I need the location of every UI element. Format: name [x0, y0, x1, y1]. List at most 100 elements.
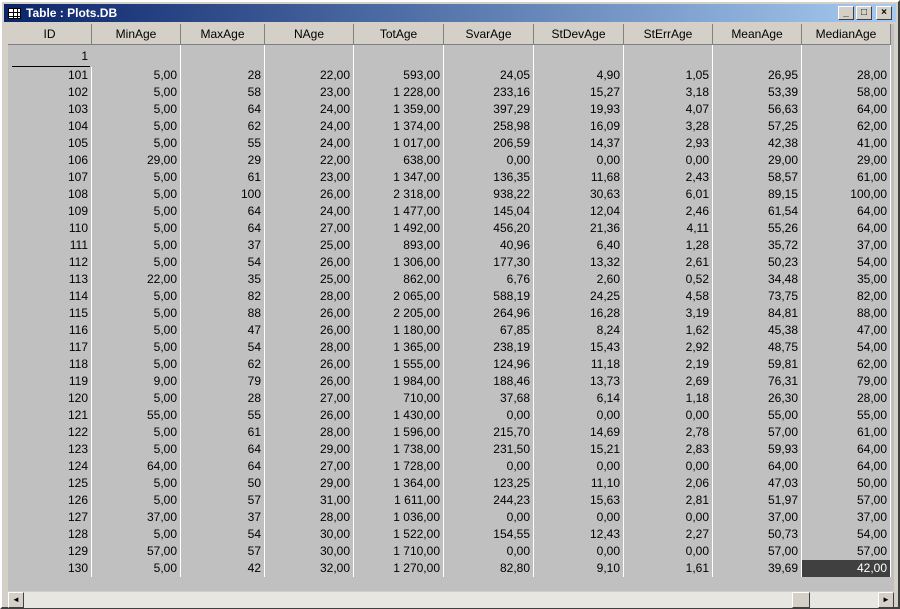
cell-minage[interactable]: 5,00 — [92, 424, 181, 441]
cell-svarage[interactable]: 231,50 — [444, 441, 534, 458]
table-row[interactable]: 118 5,00 62 26,00 1 555,00 124,96 11,18 2,19 59,… — [8, 356, 891, 373]
cell-stdevage[interactable]: 2,60 — [534, 271, 624, 288]
cell-minage[interactable]: 9,00 — [92, 373, 181, 390]
cell-minage[interactable]: 5,00 — [92, 169, 181, 186]
cell-meanage[interactable]: 64,00 — [713, 458, 802, 475]
cell-svarage[interactable]: 397,29 — [444, 101, 534, 118]
cell-svarage[interactable]: 456,20 — [444, 220, 534, 237]
cell-stdevage[interactable]: 16,09 — [534, 118, 624, 135]
cell-maxage[interactable]: 82 — [181, 288, 265, 305]
table-row[interactable]: 116 5,00 47 26,00 1 180,00 67,85 8,24 1,62 45,38… — [8, 322, 891, 339]
cell-svarage[interactable]: 177,30 — [444, 254, 534, 271]
cell-id[interactable]: 130 — [8, 560, 92, 577]
cell-id[interactable]: 118 — [8, 356, 92, 373]
cell-id[interactable]: 106 — [8, 152, 92, 169]
cell-minage[interactable]: 5,00 — [92, 305, 181, 322]
cell-medianage[interactable]: 64,00 — [802, 458, 891, 475]
cell-svarage[interactable]: 67,85 — [444, 322, 534, 339]
cell-maxage[interactable]: 37 — [181, 237, 265, 254]
cell-meanage[interactable]: 39,69 — [713, 560, 802, 577]
cell-meanage[interactable]: 48,75 — [713, 339, 802, 356]
cell-totage[interactable]: 1 306,00 — [354, 254, 444, 271]
cell-id[interactable]: 127 — [8, 509, 92, 526]
cell-minage[interactable]: 5,00 — [92, 356, 181, 373]
cell-nage[interactable]: 24,00 — [265, 203, 354, 220]
cell-totage[interactable]: 1 359,00 — [354, 101, 444, 118]
cell-svarage[interactable]: 24,05 — [444, 67, 534, 84]
cell-id[interactable]: 109 — [8, 203, 92, 220]
scroll-thumb[interactable] — [792, 592, 810, 608]
cell-totage[interactable]: 1 710,00 — [354, 543, 444, 560]
cell-medianage[interactable]: 29,00 — [802, 152, 891, 169]
cell-medianage[interactable]: 37,00 — [802, 509, 891, 526]
cell-medianage[interactable]: 50,00 — [802, 475, 891, 492]
cell-svarage[interactable]: 188,46 — [444, 373, 534, 390]
cell-nage[interactable]: 25,00 — [265, 271, 354, 288]
cell-meanage[interactable]: 53,39 — [713, 84, 802, 101]
cell-meanage[interactable]: 50,23 — [713, 254, 802, 271]
cell-minage[interactable]: 55,00 — [92, 407, 181, 424]
cell-totage[interactable]: 1 596,00 — [354, 424, 444, 441]
cell-minage[interactable]: 5,00 — [92, 339, 181, 356]
cell-sterrage[interactable]: 2,43 — [624, 169, 713, 186]
cell-nage[interactable]: 24,00 — [265, 118, 354, 135]
cell-totage[interactable]: 2 205,00 — [354, 305, 444, 322]
cell-maxage[interactable]: 47 — [181, 322, 265, 339]
cell-nage[interactable]: 26,00 — [265, 373, 354, 390]
cell-medianage[interactable]: 37,00 — [802, 237, 891, 254]
cell-nage[interactable]: 32,00 — [265, 560, 354, 577]
table-row[interactable]: 109 5,00 64 24,00 1 477,00 145,04 12,04 2,46 61,… — [8, 203, 891, 220]
cell-nage[interactable]: 31,00 — [265, 492, 354, 509]
cell-sterrage[interactable]: 0,00 — [624, 152, 713, 169]
cell-id[interactable]: 115 — [8, 305, 92, 322]
cell-medianage[interactable]: 55,00 — [802, 407, 891, 424]
cell-minage[interactable]: 5,00 — [92, 288, 181, 305]
cell-stdevage[interactable]: 0,00 — [534, 543, 624, 560]
cell-totage[interactable]: 1 430,00 — [354, 407, 444, 424]
cell-id[interactable]: 112 — [8, 254, 92, 271]
cell-totage[interactable]: 1 270,00 — [354, 560, 444, 577]
cell-stdevage[interactable]: 15,43 — [534, 339, 624, 356]
cell-minage[interactable]: 5,00 — [92, 135, 181, 152]
cell-maxage[interactable]: 64 — [181, 220, 265, 237]
cell-stdevage[interactable]: 14,69 — [534, 424, 624, 441]
cell-minage[interactable]: 37,00 — [92, 509, 181, 526]
cell-svarage[interactable]: 264,96 — [444, 305, 534, 322]
cell-nage[interactable]: 29,00 — [265, 475, 354, 492]
cell-totage[interactable]: 2 318,00 — [354, 186, 444, 203]
cell-medianage[interactable]: 54,00 — [802, 339, 891, 356]
cell-svarage[interactable]: 0,00 — [444, 152, 534, 169]
cell-meanage[interactable]: 26,95 — [713, 67, 802, 84]
cell-stdevage[interactable]: 0,00 — [534, 407, 624, 424]
cell-id[interactable]: 123 — [8, 441, 92, 458]
cell-nage[interactable]: 22,00 — [265, 67, 354, 84]
cell-maxage[interactable]: 88 — [181, 305, 265, 322]
cell-meanage[interactable]: 58,57 — [713, 169, 802, 186]
cell-minage[interactable]: 5,00 — [92, 475, 181, 492]
cell-meanage[interactable]: 59,93 — [713, 441, 802, 458]
cell-stdevage[interactable]: 24,25 — [534, 288, 624, 305]
table-row[interactable]: 104 5,00 62 24,00 1 374,00 258,98 16,09 3,28 57,… — [8, 118, 891, 135]
cell-totage[interactable]: 1 228,00 — [354, 84, 444, 101]
cell-id[interactable]: 129 — [8, 543, 92, 560]
cell-stdevage[interactable]: 16,28 — [534, 305, 624, 322]
cell-maxage[interactable]: 37 — [181, 509, 265, 526]
cell-medianage[interactable]: 61,00 — [802, 169, 891, 186]
cell-sterrage[interactable]: 2,06 — [624, 475, 713, 492]
cell-sterrage[interactable]: 1,62 — [624, 322, 713, 339]
cell-minage[interactable]: 5,00 — [92, 67, 181, 84]
column-header-maxage[interactable]: MaxAge — [181, 24, 265, 45]
cell-svarage[interactable]: 588,19 — [444, 288, 534, 305]
cell-nage[interactable]: 26,00 — [265, 407, 354, 424]
cell-maxage[interactable]: 79 — [181, 373, 265, 390]
cell-medianage[interactable]: 54,00 — [802, 526, 891, 543]
maximize-button[interactable]: □ — [856, 6, 872, 20]
cell-minage[interactable]: 5,00 — [92, 203, 181, 220]
cell-sterrage[interactable]: 0,00 — [624, 543, 713, 560]
cell-sterrage[interactable]: 4,11 — [624, 220, 713, 237]
cell-maxage[interactable]: 64 — [181, 101, 265, 118]
minimize-button[interactable]: _ — [838, 6, 854, 20]
cell-svarage[interactable]: 37,68 — [444, 390, 534, 407]
cell-medianage[interactable]: 28,00 — [802, 390, 891, 407]
scroll-left-button[interactable]: ◄ — [8, 592, 24, 608]
